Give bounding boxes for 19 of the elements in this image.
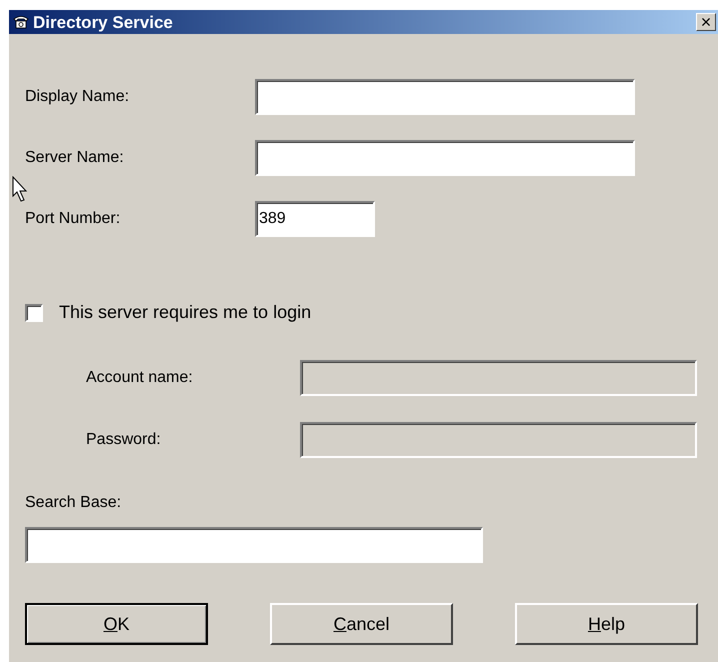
field-label: Port Number: bbox=[25, 209, 122, 229]
field-label: Display Name: bbox=[25, 87, 130, 107]
dialog-button[interactable]: Help bbox=[515, 603, 698, 645]
field-label: Search Base: bbox=[25, 493, 122, 513]
field-label: Server Name: bbox=[25, 148, 125, 168]
checkbox-label: This server requires me to login bbox=[59, 301, 312, 324]
window-title: Directory Service bbox=[33, 14, 173, 30]
close-button[interactable]: × bbox=[696, 13, 716, 31]
text-field[interactable] bbox=[255, 79, 635, 115]
field-label: Password: bbox=[86, 430, 162, 450]
telephone-icon bbox=[13, 15, 29, 29]
field-label: Account name: bbox=[86, 368, 194, 388]
checkbox[interactable] bbox=[25, 304, 43, 322]
dialog-button[interactable]: Cancel bbox=[270, 603, 453, 645]
mouse-pointer-icon bbox=[12, 176, 28, 202]
text-field[interactable] bbox=[255, 140, 635, 176]
text-field[interactable] bbox=[25, 527, 483, 563]
text-field[interactable]: 389 bbox=[255, 201, 375, 237]
dialog-button[interactable]: OK bbox=[25, 603, 208, 645]
